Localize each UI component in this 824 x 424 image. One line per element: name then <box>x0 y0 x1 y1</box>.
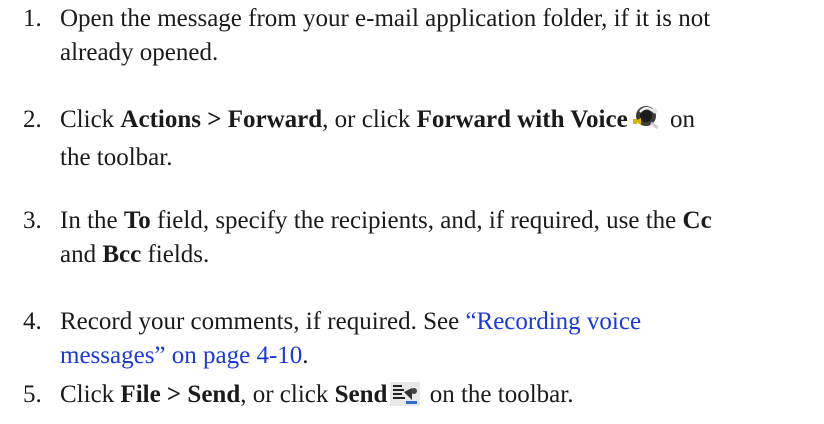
step-line: already opened. <box>60 39 219 66</box>
step-line: Open the message from your e-mail applic… <box>60 5 711 32</box>
step-text: In the To field, specify the recipients,… <box>60 204 824 272</box>
step-line: Click File > Send, or click Send on the … <box>60 378 824 416</box>
field-name-bcc: Bcc <box>102 241 142 268</box>
cross-reference-link[interactable]: “Recording voice <box>465 308 641 335</box>
step-line: messages” on page 4-10. <box>60 339 824 373</box>
step-number: 4. <box>23 308 42 335</box>
text-run: , or click <box>322 106 417 133</box>
step-line: In the To field, specify the recipients,… <box>60 204 824 238</box>
step-text: Click File > Send, or click Send on the … <box>60 378 824 416</box>
text-run: . <box>302 342 309 369</box>
text-run: Click <box>60 381 121 408</box>
cross-reference-link[interactable]: messages” on page 4-10 <box>60 342 302 369</box>
text-run: fields. <box>141 241 210 268</box>
menu-path-actions-forward: Actions > Forward <box>120 106 323 133</box>
text-run: Record your comments, if required. See <box>60 308 466 335</box>
field-name-to: To <box>123 207 151 234</box>
forward-with-voice-icon <box>631 103 661 141</box>
field-name-cc: Cc <box>682 207 712 234</box>
step-text: Open the message from your e-mail applic… <box>60 2 824 70</box>
step-number: 2. <box>23 106 42 133</box>
step-line: Click Actions > Forward, or click Forwar… <box>60 103 824 141</box>
text-run: and <box>60 241 103 268</box>
step-number: 5. <box>23 381 42 408</box>
button-name-send: Send <box>334 381 388 408</box>
text-run: Click <box>60 106 121 133</box>
step-line: Record your comments, if required. See “… <box>60 305 824 339</box>
step-line: and Bcc fields. <box>60 238 824 272</box>
text-run: , or click <box>240 381 335 408</box>
text-run: on <box>663 106 695 133</box>
step-line: the toolbar. <box>60 144 173 171</box>
step-text: Click Actions > Forward, or click Forwar… <box>60 103 824 175</box>
text-run: field, specify the recipients, and, if r… <box>150 207 683 234</box>
step-text: Record your comments, if required. See “… <box>60 305 824 373</box>
step-number: 1. <box>23 5 42 32</box>
menu-path-file-send: File > Send <box>120 381 241 408</box>
send-icon <box>390 382 421 416</box>
text-run: In the <box>60 207 124 234</box>
text-run: on the toolbar. <box>423 381 574 408</box>
button-name-forward-with-voice: Forward with Voice <box>416 106 628 133</box>
instruction-steps: 1. Open the message from your e-mail app… <box>0 0 824 424</box>
step-number: 3. <box>23 207 42 234</box>
